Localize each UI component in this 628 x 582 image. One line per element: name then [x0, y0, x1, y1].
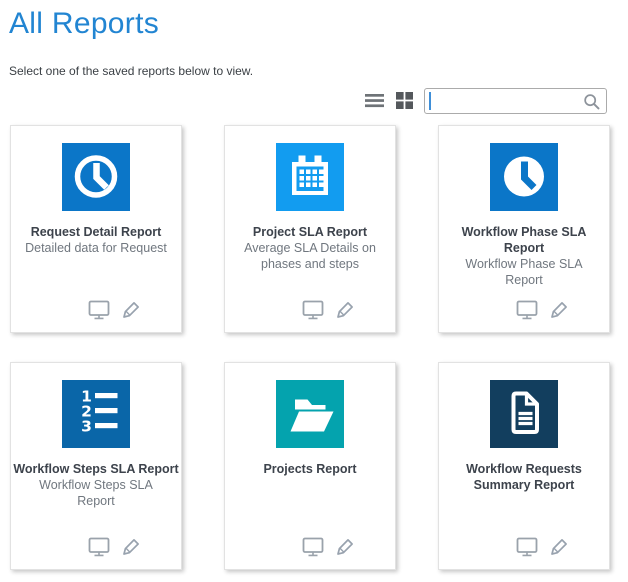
- report-card-5[interactable]: Projects Report: [224, 362, 396, 570]
- numbered-list-icon[interactable]: 1 2 3: [62, 380, 130, 448]
- report-card-title: Workflow Requests Summary Report: [439, 461, 609, 493]
- clock-solid-icon[interactable]: [490, 143, 558, 211]
- page-header: All Reports Select one of the saved repo…: [0, 0, 628, 114]
- report-card-title: Request Detail Report: [11, 224, 181, 240]
- report-card-subtitle: Workflow Steps SLA Report: [11, 477, 181, 509]
- report-card-actions: [243, 537, 413, 557]
- folder-open-icon[interactable]: [276, 380, 344, 448]
- toolbar: [9, 87, 607, 114]
- list-view-icon[interactable]: [364, 90, 385, 111]
- monitor-icon[interactable]: [516, 537, 538, 557]
- monitor-icon[interactable]: [516, 300, 538, 320]
- page-title: All Reports: [9, 6, 607, 42]
- search-input[interactable]: [425, 89, 606, 113]
- report-card-actions: [457, 537, 627, 557]
- report-card-6[interactable]: Workflow Requests Summary Report: [438, 362, 610, 570]
- report-card-2[interactable]: Project SLA Report Average SLA Details o…: [224, 125, 396, 333]
- pencil-icon[interactable]: [335, 300, 355, 320]
- report-card-subtitle: Average SLA Details on phases and steps: [225, 240, 395, 272]
- search-box: [424, 88, 607, 114]
- report-card-subtitle: Detailed data for Request: [11, 240, 181, 256]
- report-grid: Request Detail Report Detailed data for …: [0, 125, 628, 570]
- report-card-actions: [243, 300, 413, 320]
- clock-outline-icon[interactable]: [62, 143, 130, 211]
- document-icon[interactable]: [490, 380, 558, 448]
- pencil-icon[interactable]: [121, 537, 141, 557]
- report-card-4[interactable]: 1 2 3 Workflow Steps SLA Report Workflow…: [10, 362, 182, 570]
- report-card-title: Project SLA Report: [225, 224, 395, 240]
- report-card-subtitle: Workflow Phase SLA Report: [439, 256, 609, 288]
- svg-text:3: 3: [81, 418, 92, 436]
- report-card-actions: [457, 300, 627, 320]
- grid-view-icon[interactable]: [394, 90, 415, 111]
- report-card-1[interactable]: Request Detail Report Detailed data for …: [10, 125, 182, 333]
- report-card-title: Workflow Steps SLA Report: [11, 461, 181, 477]
- pencil-icon[interactable]: [549, 300, 569, 320]
- pencil-icon[interactable]: [549, 537, 569, 557]
- pencil-icon[interactable]: [335, 537, 355, 557]
- text-caret: [429, 92, 431, 110]
- pencil-icon[interactable]: [121, 300, 141, 320]
- report-card-title: Workflow Phase SLA Report: [439, 224, 609, 256]
- monitor-icon[interactable]: [302, 300, 324, 320]
- magnifier-icon[interactable]: [583, 93, 601, 116]
- calendar-icon[interactable]: [276, 143, 344, 211]
- report-card-actions: [29, 537, 199, 557]
- monitor-icon[interactable]: [88, 300, 110, 320]
- report-card-3[interactable]: Workflow Phase SLA Report Workflow Phase…: [438, 125, 610, 333]
- page-subtitle: Select one of the saved reports below to…: [9, 64, 607, 78]
- monitor-icon[interactable]: [302, 537, 324, 557]
- report-card-title: Projects Report: [225, 461, 395, 477]
- report-card-actions: [29, 300, 199, 320]
- monitor-icon[interactable]: [88, 537, 110, 557]
